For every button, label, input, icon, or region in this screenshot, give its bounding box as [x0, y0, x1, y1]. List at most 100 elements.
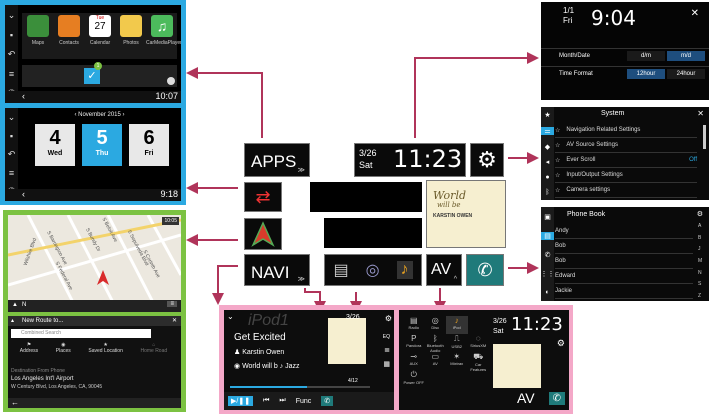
checkmark-icon[interactable]: ✓	[84, 68, 100, 84]
close-icon[interactable]: ✕	[691, 8, 699, 19]
camera-icon[interactable]: ▪	[10, 30, 13, 40]
alpha-index[interactable]: A B J M N S Z	[698, 223, 706, 299]
phonebook-tab-icon[interactable]: ▤	[541, 231, 554, 240]
maps-app-icon[interactable]	[27, 15, 49, 37]
settings-item[interactable]: ☆ AV Source Settings	[555, 138, 697, 153]
12hour-option[interactable]: 12hour	[627, 69, 665, 79]
settings-item[interactable]: ☆ Input/Output Settings	[555, 168, 697, 183]
24hour-option[interactable]: 24hour	[667, 69, 705, 79]
list-icon[interactable]: ≣	[384, 346, 390, 354]
disc-source[interactable]: ◎ Disc	[425, 316, 447, 334]
north-arrow-icon[interactable]: ▲	[12, 302, 18, 308]
disc-icon[interactable]: ◎	[366, 260, 380, 280]
contact-row[interactable]: Bob	[555, 254, 693, 269]
keypad-icon[interactable]: ⋮⋮	[541, 270, 555, 278]
home-dot-icon[interactable]	[167, 77, 175, 85]
av-label[interactable]: AV	[517, 390, 535, 406]
mode-icon[interactable]: ⌄	[8, 112, 16, 123]
clock-widget[interactable]: 3/26 Sat 11:23	[354, 143, 466, 177]
radio-icon[interactable]: ▤	[333, 260, 348, 280]
contact-row[interactable]: Andy	[555, 224, 693, 239]
play-pause-icon[interactable]: ▶/❚❚	[228, 396, 254, 406]
day-card-2[interactable]: 5 Thu	[82, 124, 122, 166]
navi-back-icon[interactable]: ←	[8, 398, 181, 408]
mode-icon[interactable]: ⌄	[227, 312, 234, 321]
pandora-source[interactable]: P Pandora	[403, 334, 425, 352]
av-button[interactable]: AV ^	[426, 254, 462, 286]
alpha-letter: M	[698, 257, 703, 264]
av-source[interactable]: ▭ AV	[425, 352, 447, 370]
phone-button[interactable]: ✆	[466, 254, 504, 286]
camera-icon[interactable]: ▪	[10, 131, 13, 141]
favorites-tab-icon[interactable]: ★	[544, 111, 550, 119]
home-option[interactable]: ⌂ Home Road	[140, 342, 167, 364]
ipod-icon[interactable]: ♪	[396, 261, 413, 279]
gear-icon[interactable]: ⚙	[385, 314, 392, 323]
close-icon[interactable]: ✕	[697, 109, 704, 118]
up-icon[interactable]: ▴	[11, 317, 14, 324]
system-tab-icon[interactable]: ⚌	[541, 126, 554, 135]
mode-icon[interactable]: ⌄	[8, 10, 16, 21]
usb-source[interactable]: ⎍ USB2	[446, 334, 468, 352]
contact-row[interactable]: Bob	[555, 239, 693, 254]
phone-icon[interactable]: ✆	[548, 392, 565, 405]
power-off-source[interactable]: ⏻ Power OFF	[403, 370, 425, 388]
next-icon[interactable]: ⏭	[279, 397, 285, 405]
chevron-left-icon[interactable]: ‹	[22, 189, 25, 199]
menu-icon[interactable]: ≡	[9, 69, 14, 79]
func-label[interactable]: Func	[296, 398, 312, 405]
gear-icon[interactable]: ⚙	[697, 210, 703, 218]
places-option[interactable]: ◉ Places	[56, 342, 71, 364]
progress-bar[interactable]	[230, 386, 370, 388]
back-icon[interactable]: ↶	[8, 149, 16, 160]
search-input[interactable]: Combined Search	[11, 329, 151, 338]
chevron-left-icon[interactable]: ‹	[22, 91, 25, 101]
settings-item[interactable]: ☆ Navigation Related Settings	[555, 123, 697, 138]
day-card-3[interactable]: 6 Fri	[129, 124, 169, 166]
previous-icon[interactable]: ⏮	[263, 397, 269, 405]
navi-button[interactable]: NAVI ≫	[244, 254, 310, 286]
bt-audio-source[interactable]: ᛒ Bluetooth Audio	[425, 334, 447, 353]
saved-option[interactable]: ★ Saved Location	[88, 342, 122, 364]
aux-source[interactable]: ⊸ AUX	[403, 352, 425, 370]
ipod-source[interactable]: ♪ iPod	[446, 316, 468, 334]
eq-label[interactable]: EQ	[383, 334, 390, 340]
address-option[interactable]: ⚑ Address	[20, 342, 38, 364]
gear-icon[interactable]: ⚙	[557, 338, 565, 349]
radio-source[interactable]: ▤ Radio	[403, 316, 425, 334]
recent-name[interactable]: Los Angeles Int'l Airport	[11, 376, 176, 382]
settings-item[interactable]: ☆ Ever Scroll Off	[555, 153, 697, 168]
artwork-icon[interactable]: ▦	[383, 360, 390, 368]
day-card-1[interactable]: 4 Wed	[35, 124, 75, 166]
mirror-button[interactable]: ⇄	[244, 182, 282, 212]
settings-item[interactable]: ☆ Camera settings	[555, 183, 697, 198]
settings-button[interactable]: ⚙	[470, 143, 504, 177]
contact-row[interactable]: Jackie	[555, 284, 693, 299]
next-month-icon[interactable]: ›	[121, 112, 125, 118]
calendar-app-icon[interactable]: Tue 27	[89, 15, 111, 37]
map-menu-icon[interactable]: ≡	[167, 301, 177, 307]
apps-button[interactable]: APPS ≫	[244, 143, 310, 177]
contacts-app-icon[interactable]	[58, 15, 80, 37]
music-app-icon[interactable]: ♫	[151, 15, 173, 37]
theme-tab-icon[interactable]: ◆	[545, 143, 550, 151]
bluetooth-tab-icon[interactable]: ᛒ	[545, 189, 549, 196]
contacts-tab-icon[interactable]: ▣	[544, 213, 551, 221]
scrollbar[interactable]	[703, 125, 706, 149]
md-option[interactable]: m/d	[667, 51, 705, 61]
back-icon[interactable]: ↶	[8, 49, 16, 60]
car-features-source[interactable]: ⛟ Car Features	[468, 352, 490, 372]
voice-icon[interactable]: ◐	[545, 289, 549, 296]
mixtrax-source[interactable]: ✶ Mixtrax	[446, 352, 468, 370]
contact-row[interactable]: Edward	[555, 269, 693, 284]
recent-calls-icon[interactable]: ✆	[545, 251, 551, 259]
phone-icon[interactable]: ✆	[321, 396, 334, 406]
dm-option[interactable]: d/m	[627, 51, 665, 61]
siriusxm-source[interactable]: ◌ SiriusXM	[468, 334, 490, 352]
menu-icon[interactable]: ≡	[9, 168, 14, 178]
close-icon[interactable]: ✕	[172, 317, 177, 324]
sound-tab-icon[interactable]: ◂	[546, 158, 550, 166]
navi-app-button[interactable]	[244, 218, 282, 250]
photos-app-icon[interactable]	[120, 15, 142, 37]
video-tab-icon[interactable]: ●	[545, 174, 549, 181]
